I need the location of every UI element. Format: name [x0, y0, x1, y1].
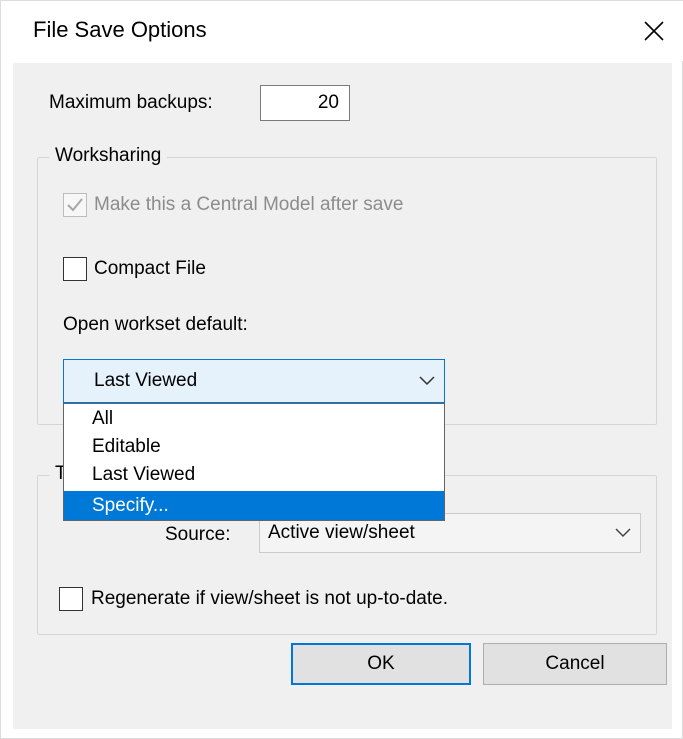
source-label: Source: — [165, 524, 231, 545]
close-icon — [644, 21, 664, 41]
dialog-title: File Save Options — [33, 17, 207, 42]
dialog-body: Maximum backups: 20 Worksharing Make thi… — [13, 63, 672, 729]
regenerate-label: Regenerate if view/sheet is not up-to-da… — [91, 588, 448, 609]
regenerate-checkbox[interactable] — [59, 587, 83, 611]
title-bar: File Save Options — [1, 1, 683, 61]
open-workset-value: Last Viewed — [94, 370, 198, 391]
open-workset-label: Open workset default: — [63, 314, 248, 335]
open-workset-dropdown-list: All Editable Last Viewed Specify... — [63, 403, 445, 521]
dropdown-option-last-viewed[interactable]: Last Viewed — [64, 462, 444, 488]
chevron-down-icon — [416, 360, 438, 402]
file-save-options-dialog: File Save Options Maximum backups: 20 Wo… — [0, 0, 683, 739]
compact-file-checkbox[interactable] — [63, 257, 87, 281]
central-model-label: Make this a Central Model after save — [94, 194, 404, 215]
central-model-checkbox[interactable] — [63, 193, 87, 217]
checkmark-icon — [67, 198, 83, 212]
close-button[interactable] — [624, 1, 683, 61]
compact-file-label: Compact File — [94, 258, 206, 279]
open-workset-combo[interactable]: Last Viewed — [63, 359, 445, 403]
max-backups-label: Maximum backups: — [49, 92, 213, 113]
dropdown-option-editable[interactable]: Editable — [64, 434, 444, 460]
dropdown-option-specify[interactable]: Specify... — [64, 491, 444, 520]
worksharing-group-title: Worksharing — [49, 144, 168, 168]
max-backups-input[interactable]: 20 — [260, 85, 350, 121]
dropdown-option-all[interactable]: All — [64, 406, 444, 432]
cancel-button[interactable]: Cancel — [483, 643, 667, 685]
chevron-down-icon — [612, 514, 634, 552]
ok-button[interactable]: OK — [291, 643, 471, 685]
